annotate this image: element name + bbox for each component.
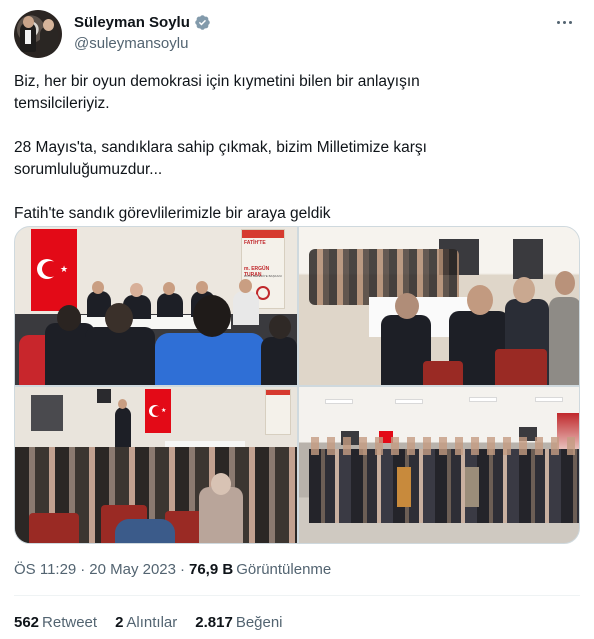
- retweets-stat[interactable]: 562 Retweet: [14, 614, 97, 631]
- tweet-date[interactable]: 20 May 2023: [89, 561, 176, 578]
- banner-title: FATİH BELEDİYE BAŞKANI: [244, 274, 282, 278]
- photo-1[interactable]: ★ FATİH'TE m. ERGÜN TURAN FATİH BELEDİYE…: [15, 227, 297, 385]
- retweets-label: Retweet: [42, 614, 98, 631]
- tweet-meta: ÖS 11:29 · 20 May 2023 · 76,9 B Görüntül…: [14, 561, 332, 578]
- likes-count: 2.817: [195, 614, 233, 631]
- more-options-icon[interactable]: [552, 10, 576, 34]
- tweet-line: sorumluluğumuzdur...: [14, 161, 163, 178]
- tweet-time[interactable]: ÖS 11:29: [14, 561, 76, 578]
- tweet-text: Biz, her bir oyun demokrasi için kıymeti…: [14, 71, 574, 225]
- views-count[interactable]: 76,9 B: [189, 561, 233, 578]
- tweet-line: 28 Mayıs'ta, sandıklara sahip çıkmak, bi…: [14, 139, 427, 156]
- quotes-stat[interactable]: 2 Alıntılar: [115, 614, 177, 631]
- author-handle[interactable]: @suleymansoylu: [74, 35, 188, 52]
- turkish-flag: ★: [145, 389, 171, 433]
- author-name-row: Süleyman Soylu: [74, 14, 211, 31]
- likes-stat[interactable]: 2.817 Beğeni: [195, 614, 282, 631]
- verified-badge-icon: [195, 15, 210, 30]
- tweet-header: Süleyman Soylu @suleymansoylu: [14, 10, 580, 60]
- tweet-line: Biz, her bir oyun demokrasi için kıymeti…: [14, 73, 420, 90]
- retweets-count: 562: [14, 614, 40, 631]
- quotes-count: 2: [115, 614, 124, 631]
- photo-3[interactable]: ★: [15, 387, 297, 543]
- likes-label: Beğeni: [235, 614, 283, 631]
- quotes-label: Alıntılar: [126, 614, 178, 631]
- turkish-flag: ★: [31, 229, 77, 311]
- photo-4[interactable]: [299, 387, 579, 543]
- tweet-line: temsilcileriyiz.: [14, 95, 110, 112]
- divider: [14, 595, 580, 596]
- tweet-line: Fatih'te sandık görevlilerimizle bir ara…: [14, 205, 331, 222]
- photo-grid: ★ FATİH'TE m. ERGÜN TURAN FATİH BELEDİYE…: [14, 226, 580, 544]
- banner-slogan: FATİH'TE: [244, 240, 266, 246]
- author-name[interactable]: Süleyman Soylu: [74, 14, 190, 31]
- engagement-stats: 562 Retweet 2 Alıntılar 2.817 Beğeni: [14, 614, 283, 631]
- photo-2[interactable]: [299, 227, 579, 385]
- avatar[interactable]: [14, 10, 62, 58]
- views-label: Görüntülenme: [236, 561, 332, 578]
